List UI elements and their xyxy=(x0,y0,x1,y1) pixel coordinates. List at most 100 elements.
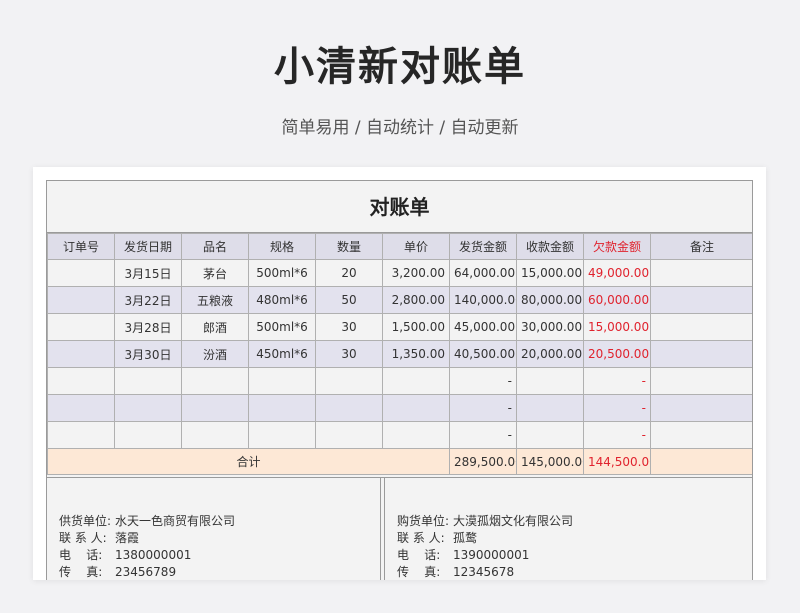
cell-note xyxy=(650,340,752,368)
cell-order xyxy=(47,286,115,314)
cell-owed: - xyxy=(583,394,651,422)
cell-owed: 49,000.00 xyxy=(583,259,651,287)
cell-paid xyxy=(516,421,584,449)
cell-name: 汾酒 xyxy=(181,340,249,368)
cell-ship: 140,000.00 xyxy=(449,286,517,314)
cell-spec xyxy=(248,394,316,422)
cell-ship: 40,500.00 xyxy=(449,340,517,368)
supplier-unit-row: 供货单位: 水天一色商贸有限公司 xyxy=(59,513,380,530)
cell-price xyxy=(382,394,450,422)
cell-note xyxy=(650,259,752,287)
supplier-fax-label: 传 真: xyxy=(59,565,103,579)
cell-name: 五粮液 xyxy=(181,286,249,314)
buyer-fax-row: 传 真: 12345678 xyxy=(397,564,752,580)
col-header-note: 备注 xyxy=(650,233,752,260)
col-header-owed: 欠款金额 xyxy=(583,233,651,260)
statement-document: 对账单 订单号 发货日期 品名 规格 数量 单价 发货金额 收款金额 欠款金额 xyxy=(46,180,753,580)
total-note xyxy=(650,448,752,475)
table-row: 3月22日 五粮液 480ml*6 50 2,800.00 140,000.00 80,00… xyxy=(47,286,752,314)
buyer-unit-label: 购货单位: xyxy=(397,514,450,528)
cell-date: 3月28日 xyxy=(114,313,182,341)
table-header-row: 订单号 发货日期 品名 规格 数量 单价 发货金额 收款金额 欠款金额 备注 xyxy=(47,233,752,260)
cell-price: 3,200.00 xyxy=(382,259,450,287)
supplier-contact: 落霞 xyxy=(115,531,140,545)
cell-date xyxy=(114,421,182,449)
table-row: 3月15日 茅台 500ml*6 20 3,200.00 64,000.00 15,000.… xyxy=(47,259,752,287)
total-row: 合计 289,500.00 145,000.00 144,500.00 xyxy=(47,448,752,475)
cell-ship: 45,000.00 xyxy=(449,313,517,341)
cell-note xyxy=(650,421,752,449)
buyer-contact-label: 联 系 人: xyxy=(397,531,445,545)
total-owed: 144,500.00 xyxy=(583,448,651,475)
buyer-phone-row: 电 话: 1390000001 xyxy=(397,547,752,564)
cell-order xyxy=(47,421,115,449)
buyer-contact-row: 联 系 人: 孤鹜 xyxy=(397,530,752,547)
cell-price: 2,800.00 xyxy=(382,286,450,314)
cell-paid: 30,000.00 xyxy=(516,313,584,341)
cell-paid xyxy=(516,367,584,395)
cell-paid: 15,000.00 xyxy=(516,259,584,287)
table-row: 3月30日 汾酒 450ml*6 30 1,350.00 40,500.00 20,000.… xyxy=(47,340,752,368)
cell-ship: - xyxy=(449,394,517,422)
cell-owed: 60,000.00 xyxy=(583,286,651,314)
document-title: 对账单 xyxy=(47,181,752,233)
cell-note xyxy=(650,313,752,341)
cell-qty: 30 xyxy=(315,313,383,341)
cell-qty: 50 xyxy=(315,286,383,314)
col-header-paid: 收款金额 xyxy=(516,233,584,260)
col-header-order: 订单号 xyxy=(47,233,115,260)
cell-price xyxy=(382,421,450,449)
cell-owed: 15,000.00 xyxy=(583,313,651,341)
cell-name xyxy=(181,421,249,449)
buyer-phone-label: 电 话: xyxy=(397,548,441,562)
table-row: -- xyxy=(47,367,752,395)
cell-name: 茅台 xyxy=(181,259,249,287)
cell-qty xyxy=(315,394,383,422)
cell-owed: 20,500.00 xyxy=(583,340,651,368)
cell-date: 3月22日 xyxy=(114,286,182,314)
cell-price: 1,500.00 xyxy=(382,313,450,341)
total-ship: 289,500.00 xyxy=(449,448,517,475)
cell-spec xyxy=(248,421,316,449)
buyer-fax: 12345678 xyxy=(453,565,515,579)
cell-order xyxy=(47,394,115,422)
buyer-contact: 孤鹜 xyxy=(453,531,478,545)
cell-date: 3月30日 xyxy=(114,340,182,368)
cell-spec: 500ml*6 xyxy=(248,259,316,287)
col-header-qty: 数量 xyxy=(315,233,383,260)
cell-spec xyxy=(248,367,316,395)
cell-spec: 480ml*6 xyxy=(248,286,316,314)
supplier-fax: 23456789 xyxy=(115,565,177,579)
cell-date xyxy=(114,367,182,395)
page-subtitle: 简单易用 / 自动统计 / 自动更新 xyxy=(281,118,519,138)
cell-owed: - xyxy=(583,421,651,449)
cell-qty xyxy=(315,421,383,449)
supplier-phone-label: 电 话: xyxy=(59,548,103,562)
cell-date: 3月15日 xyxy=(114,259,182,287)
cell-paid: 80,000.00 xyxy=(516,286,584,314)
supplier-contact-label: 联 系 人: xyxy=(59,531,107,545)
cell-ship: - xyxy=(449,421,517,449)
buyer-unit-row: 购货单位: 大漠孤烟文化有限公司 xyxy=(397,513,752,530)
table-row: -- xyxy=(47,394,752,422)
col-header-price: 单价 xyxy=(382,233,450,260)
cell-qty xyxy=(315,367,383,395)
supplier-unit: 水天一色商贸有限公司 xyxy=(115,514,236,528)
buyer-info: 购货单位: 大漠孤烟文化有限公司 联 系 人: 孤鹜 电 话: 1390000001 … xyxy=(384,478,752,580)
cell-name: 郎酒 xyxy=(181,313,249,341)
statement-sheet: 对账单 订单号 发货日期 品名 规格 数量 单价 发货金额 收款金额 欠款金额 xyxy=(33,167,766,580)
cell-order xyxy=(47,367,115,395)
supplier-info: 供货单位: 水天一色商贸有限公司 联 系 人: 落霞 电 话: 1380000001 … xyxy=(47,478,381,580)
cell-qty: 30 xyxy=(315,340,383,368)
cell-spec: 500ml*6 xyxy=(248,313,316,341)
cell-note xyxy=(650,394,752,422)
cell-note xyxy=(650,286,752,314)
cell-name xyxy=(181,394,249,422)
supplier-phone: 1380000001 xyxy=(115,548,192,562)
table-row: 3月28日 郎酒 500ml*6 30 1,500.00 45,000.00 30,000.… xyxy=(47,313,752,341)
col-header-spec: 规格 xyxy=(248,233,316,260)
cell-ship: 64,000.00 xyxy=(449,259,517,287)
cell-price xyxy=(382,367,450,395)
col-header-name: 品名 xyxy=(181,233,249,260)
cell-order xyxy=(47,340,115,368)
